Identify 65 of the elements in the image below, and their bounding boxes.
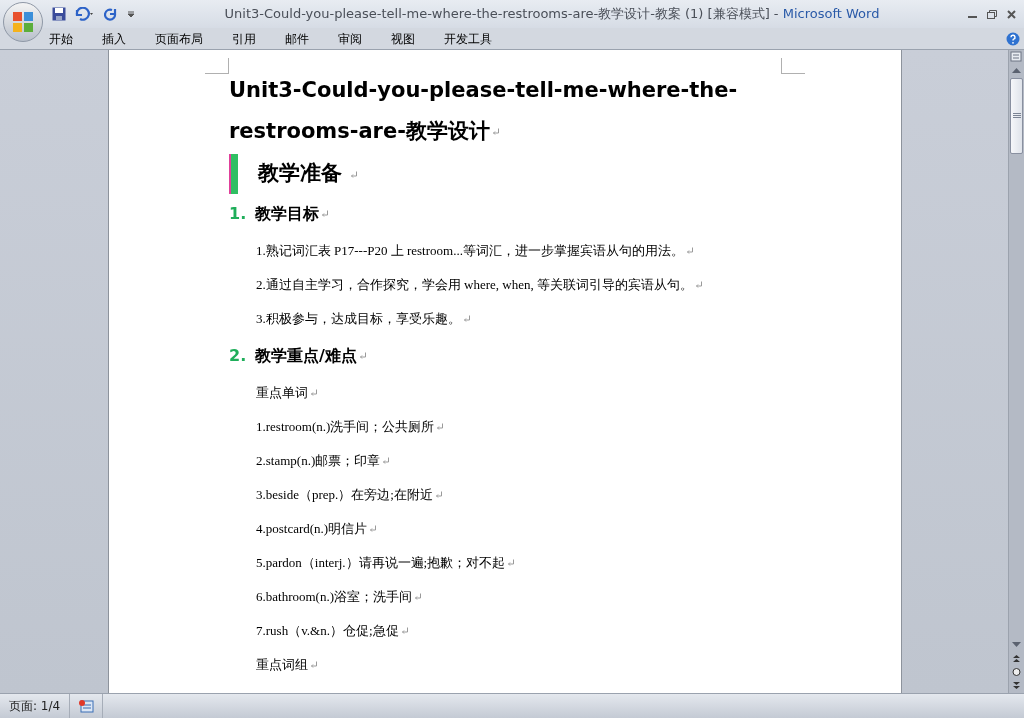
ribbon-tab[interactable]: 引用 xyxy=(232,29,256,48)
grip-icon xyxy=(1012,113,1021,119)
paragraph-mark-icon xyxy=(310,389,318,397)
section-heading: 教学重点/难点 xyxy=(255,345,357,367)
paragraph-text: 4.postcard(n.)明信片 xyxy=(256,520,368,539)
paragraph-mark-icon xyxy=(685,247,694,255)
undo-icon[interactable] xyxy=(74,7,96,21)
list-number: 2. xyxy=(229,345,248,367)
paragraph-mark-icon xyxy=(400,627,409,635)
redo-icon[interactable] xyxy=(104,7,118,21)
paragraph-text: 3.积极参与，达成目标，享受乐趣。 xyxy=(256,310,461,329)
paragraph-mark-icon xyxy=(382,457,391,465)
paragraph-mark-icon xyxy=(358,352,367,360)
list-number: 1. xyxy=(229,203,248,225)
ribbon-tab[interactable]: 视图 xyxy=(391,29,415,48)
section-heading: 教学目标 xyxy=(255,203,319,225)
paragraph-mark-icon xyxy=(694,281,703,289)
document-title-line: Unit3-Could-you-please-tell-me-where-the- xyxy=(229,76,738,104)
paragraph-mark-icon xyxy=(491,127,500,136)
paragraph-text: 2.通过自主学习，合作探究，学会用 where, when, 等关联词引导的宾语从句。 xyxy=(256,276,693,295)
save-icon[interactable] xyxy=(52,7,66,21)
customize-caret-icon[interactable] xyxy=(126,9,136,19)
paragraph-text: 3.beside（prep.）在旁边;在附近 xyxy=(256,486,433,505)
paragraph-text: 重点单词 xyxy=(256,384,308,403)
paragraph-mark-icon xyxy=(310,661,318,669)
paragraph-text: 7.rush（v.&n.）仓促;急促 xyxy=(256,622,399,641)
paragraph-text: 1.restroom(n.)洗手间；公共厕所 xyxy=(256,418,435,437)
page-count: 页面: 1/4 xyxy=(0,694,71,718)
paragraph-text: 重点词组 xyxy=(256,656,308,675)
paragraph-text: 6.bathroom(n.)浴室；洗手间 xyxy=(256,588,412,607)
paragraph-text: 1.熟记词汇表 P17---P20 上 restroom...等词汇，进一步掌握宾语从句的用法。 xyxy=(256,242,684,261)
ruler-toggle-icon[interactable] xyxy=(1009,50,1024,64)
close-icon[interactable] xyxy=(1007,9,1016,19)
paragraph-mark-icon xyxy=(462,315,471,323)
title-separator: - xyxy=(772,5,780,24)
ribbon-tab[interactable]: 邮件 xyxy=(285,29,309,48)
paragraph-mark-icon xyxy=(507,559,516,567)
select-browse-object-icon[interactable] xyxy=(1009,665,1024,679)
app-name: Microsoft Word xyxy=(782,5,880,24)
ribbon-tab[interactable]: 页面布局 xyxy=(155,29,203,48)
heading-bar xyxy=(229,154,238,194)
window-title: Unit3-Could-you-please-tell-me-where-the-restrooms-are-教学设计-教案 (1) [兼容模式] xyxy=(224,5,770,24)
office-button[interactable] xyxy=(3,2,43,42)
help-icon[interactable] xyxy=(1006,31,1020,46)
ribbon-tab[interactable]: 审阅 xyxy=(338,29,362,48)
restore-icon[interactable] xyxy=(987,9,997,19)
paragraph-mark-icon xyxy=(350,171,358,179)
paragraph-mark-icon xyxy=(414,593,422,601)
vertical-scrollbar[interactable] xyxy=(1008,50,1024,693)
margin-corner-mark xyxy=(205,58,229,74)
margin-corner-mark xyxy=(781,58,805,74)
ribbon-tab[interactable]: 开始 xyxy=(49,29,73,48)
paragraph-mark-icon xyxy=(434,491,443,499)
ribbon-tab[interactable]: 插入 xyxy=(102,29,126,48)
paragraph-text: 5.pardon（interj.）请再说一遍;抱歉；对不起 xyxy=(256,554,506,573)
paragraph-mark-icon xyxy=(436,423,445,431)
section-heading: 教学准备 xyxy=(258,160,342,188)
paragraph-mark-icon xyxy=(321,210,329,218)
ribbon-tab[interactable]: 开发工具 xyxy=(444,29,492,48)
document-title-line: restrooms-are-教学设计 xyxy=(229,117,490,145)
office-logo-icon xyxy=(12,11,34,33)
macro-record-icon[interactable] xyxy=(78,699,95,713)
paragraph-text: 2.stamp(n.)邮票；印章 xyxy=(256,452,381,471)
scrollbar-thumb[interactable] xyxy=(1010,78,1023,154)
paragraph-mark-icon xyxy=(369,525,378,533)
